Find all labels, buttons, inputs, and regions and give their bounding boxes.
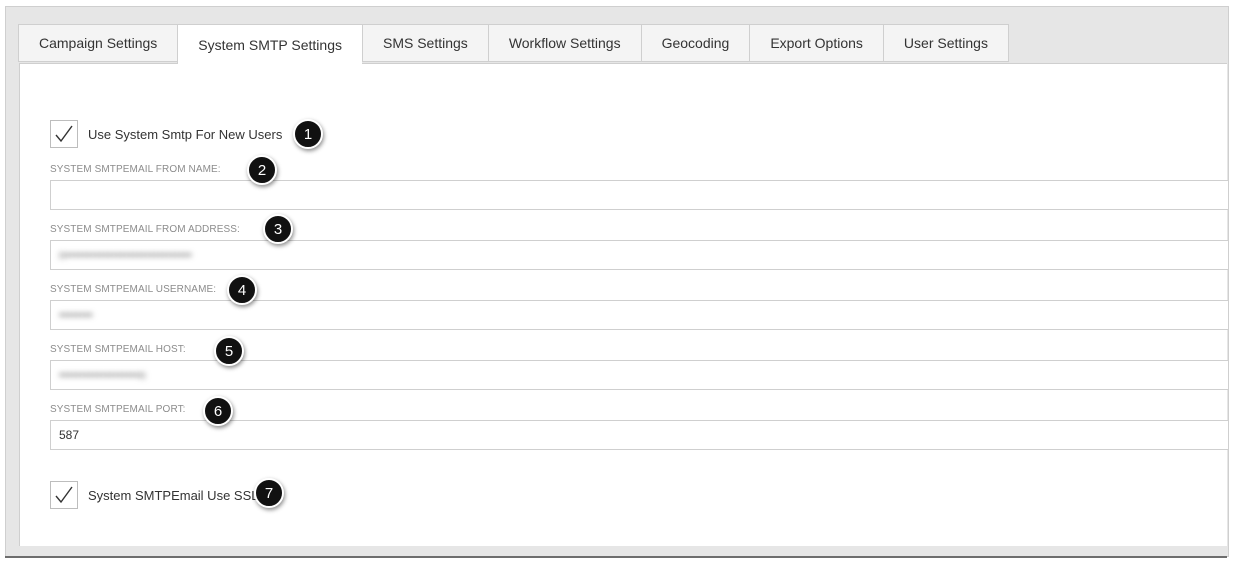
callout-badge-5: 5 — [214, 336, 244, 366]
frame-bottom-border — [5, 556, 1227, 558]
callout-badge-6: 6 — [203, 396, 233, 426]
port-value: 587 — [59, 428, 80, 442]
from-address-input[interactable]: n•••••••••••••••••••••••••••••• — [50, 240, 1228, 270]
tab-user-settings[interactable]: User Settings — [882, 24, 1009, 62]
callout-badge-3: 3 — [263, 214, 293, 244]
callout-badge-2: 2 — [247, 155, 277, 185]
smtp-settings-panel: Use System Smtp For New Users SYSTEM SMT… — [19, 63, 1228, 546]
username-input[interactable]: •••••••• — [50, 300, 1228, 330]
from-address-label: SYSTEM SMTPEMAIL FROM ADDRESS: — [50, 224, 240, 235]
tab-campaign-settings[interactable]: Campaign Settings — [18, 24, 178, 62]
tab-geocoding[interactable]: Geocoding — [640, 24, 750, 62]
tab-workflow-settings[interactable]: Workflow Settings — [487, 24, 641, 62]
checkmark-icon — [55, 486, 73, 504]
username-value: •••••••• — [59, 308, 93, 322]
use-system-smtp-row: Use System Smtp For New Users — [50, 120, 282, 148]
from-name-input[interactable] — [50, 180, 1228, 210]
use-system-smtp-label: Use System Smtp For New Users — [88, 126, 283, 142]
from-name-label: SYSTEM SMTPEMAIL FROM NAME: — [50, 164, 221, 175]
tab-sms-settings[interactable]: SMS Settings — [361, 24, 488, 62]
callout-badge-7: 7 — [254, 478, 284, 508]
use-ssl-checkbox[interactable] — [50, 481, 78, 509]
host-label: SYSTEM SMTPEMAIL HOST: — [50, 344, 186, 355]
from-address-value: n•••••••••••••••••••••••••••••• — [59, 248, 192, 262]
use-ssl-row: System SMTPEmail Use SSL — [50, 481, 259, 509]
use-ssl-label: System SMTPEmail Use SSL — [88, 487, 259, 503]
tab-system-smtp-settings[interactable]: System SMTP Settings — [177, 24, 362, 64]
host-value: •••••••••••••••••••n — [59, 368, 146, 382]
callout-badge-4: 4 — [227, 275, 257, 305]
tab-export-options[interactable]: Export Options — [749, 24, 883, 62]
checkmark-icon — [55, 125, 73, 143]
use-system-smtp-checkbox[interactable] — [50, 120, 78, 148]
settings-tabs: Campaign Settings System SMTP Settings S… — [18, 24, 1009, 64]
port-input[interactable]: 587 — [50, 420, 1228, 450]
callout-badge-1: 1 — [293, 119, 323, 149]
username-label: SYSTEM SMTPEMAIL USERNAME: — [50, 284, 217, 295]
port-label: SYSTEM SMTPEMAIL PORT: — [50, 404, 186, 415]
